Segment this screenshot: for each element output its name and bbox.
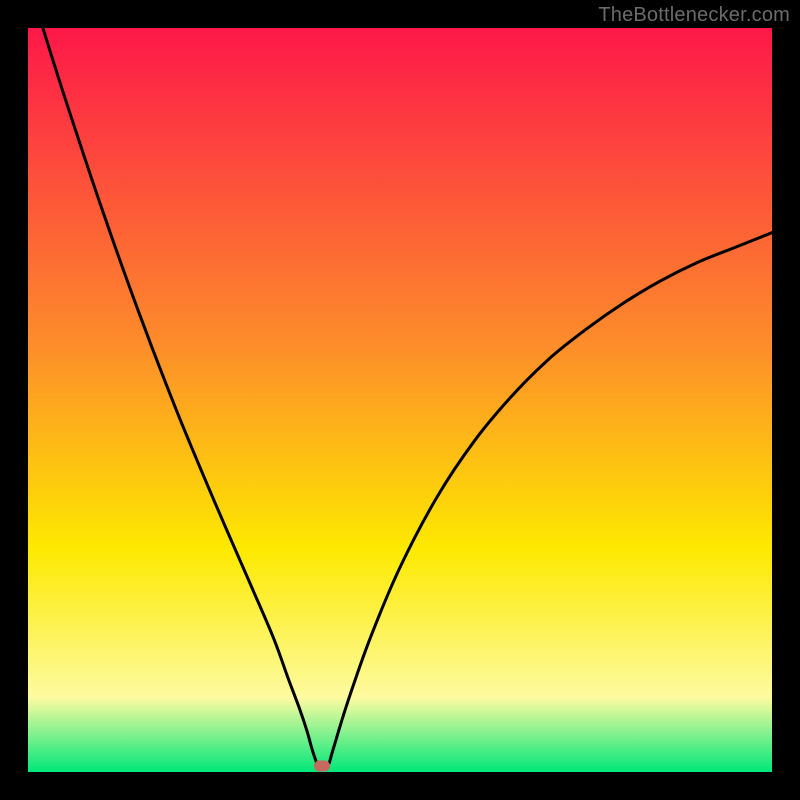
- chart-frame: TheBottlenecker.com: [0, 0, 800, 800]
- attribution-text: TheBottlenecker.com: [598, 4, 790, 27]
- plot-area: [28, 28, 772, 772]
- curve-right-branch: [329, 233, 772, 763]
- curve-left-branch: [43, 28, 317, 763]
- optimum-marker: [314, 761, 330, 772]
- bottleneck-curve: [28, 28, 772, 772]
